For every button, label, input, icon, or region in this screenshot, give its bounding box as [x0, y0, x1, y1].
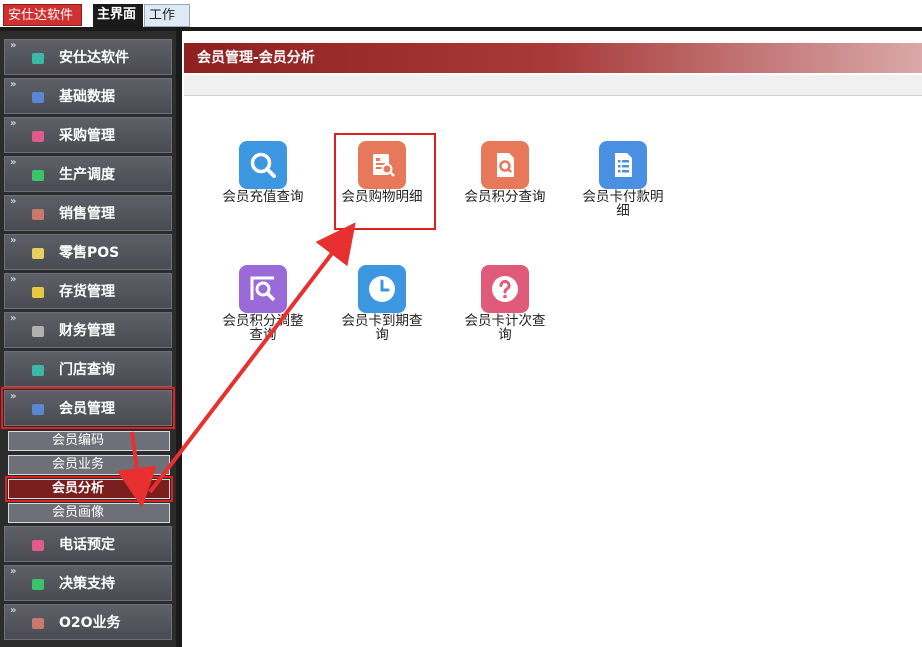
sidebar-item-label: 基础数据 — [59, 89, 115, 105]
tile-label: 会员卡付款明细 — [582, 189, 664, 219]
highlight-box — [334, 133, 436, 230]
sub-item-member-portrait[interactable]: 会员画像 — [8, 503, 170, 523]
sidebar-item-member-management[interactable]: » 会员管理 — [1, 387, 175, 429]
page-title: 会员管理-会员分析 — [184, 43, 922, 73]
double-chevron-icon: » — [10, 157, 17, 168]
brown-square-icon — [32, 209, 44, 220]
sidebar-item-label: 安仕达软件 — [59, 50, 129, 66]
sidebar-item-label: 会员管理 — [59, 401, 115, 417]
tile-member-points-adjust-query[interactable]: 会员积分调整查询 — [213, 265, 313, 342]
sidebar-item-label: 生产调度 — [59, 167, 115, 183]
double-chevron-icon: » — [10, 40, 17, 51]
sidebar-item-pos[interactable]: » 零售POS — [4, 234, 172, 270]
green-square-icon — [32, 170, 44, 181]
double-chevron-icon: » — [10, 605, 17, 616]
blue-square-icon — [32, 92, 44, 103]
tab-home[interactable]: 主界面 — [93, 4, 143, 27]
sidebar-item-anshida[interactable]: » 安仕达软件 — [4, 39, 172, 75]
sidebar-item-purchase[interactable]: » 采购管理 — [4, 117, 172, 153]
sidebar-item-finance[interactable]: » 财务管理 — [4, 312, 172, 348]
teal-square-icon — [32, 53, 44, 64]
main-panel: 会员管理-会员分析 会员充值查询 会员购物明细 会员积分查询 会员卡付款明细 会… — [182, 31, 922, 647]
teal-square-icon — [32, 365, 44, 376]
sidebar-item-store-query[interactable]: 门店查询 — [4, 351, 172, 387]
brown-square-icon — [32, 618, 44, 629]
double-chevron-icon: » — [10, 196, 17, 207]
gray-square-icon — [32, 326, 44, 337]
sub-item-member-business[interactable]: 会员业务 — [8, 455, 170, 475]
sidebar-item-decision-support[interactable]: » 决策支持 — [4, 565, 172, 601]
tile-member-recharge-query[interactable]: 会员充值查询 — [213, 141, 313, 204]
document-search-icon — [481, 141, 529, 189]
blue-square-icon — [32, 404, 44, 415]
sidebar-item-label: 电话预定 — [59, 537, 115, 553]
magnifier-frame-icon — [239, 265, 287, 313]
search-icon — [239, 141, 287, 189]
question-icon — [481, 265, 529, 313]
pink-square-icon — [32, 540, 44, 551]
app-switcher-label: 安仕达软件 — [8, 8, 74, 23]
sidebar-item-label: 决策支持 — [59, 576, 115, 592]
sidebar-item-o2o[interactable]: » O2O业务 — [4, 604, 172, 640]
sidebar-item-label: 销售管理 — [59, 206, 115, 222]
double-chevron-icon: » — [10, 118, 17, 129]
sub-item-member-code[interactable]: 会员编码 — [8, 431, 170, 451]
double-chevron-icon: » — [10, 313, 17, 324]
tile-label: 会员积分查询 — [464, 189, 546, 205]
pink-square-icon — [32, 131, 44, 142]
tile-member-card-expiry-query[interactable]: 会员卡到期查询 — [332, 265, 432, 342]
sidebar-item-label: 零售POS — [59, 245, 120, 261]
sidebar-item-label: 门店查询 — [59, 362, 115, 378]
double-chevron-icon: » — [10, 566, 17, 577]
clock-icon — [358, 265, 406, 313]
tile-member-card-count-query[interactable]: 会员卡计次查询 — [455, 265, 555, 342]
sub-item-member-analysis[interactable]: 会员分析 — [5, 476, 173, 502]
yellow-square-icon — [32, 248, 44, 259]
sidebar-item-label: 存货管理 — [59, 284, 115, 300]
sidebar-item-label: 财务管理 — [59, 323, 115, 339]
tile-label: 会员卡计次查询 — [464, 313, 546, 343]
green-square-icon — [32, 579, 44, 590]
double-chevron-down-icon: » — [10, 391, 17, 402]
tab-workbench[interactable]: 工作台 — [144, 4, 190, 45]
top-bar: 安仕达软件▼ 主界面 工作台 — [0, 0, 922, 45]
tile-label: 会员积分调整查询 — [222, 313, 304, 343]
sidebar-item-sales[interactable]: » 销售管理 — [4, 195, 172, 231]
list-document-icon — [599, 141, 647, 189]
tile-label: 会员充值查询 — [222, 189, 304, 205]
tile-label: 会员卡到期查询 — [341, 313, 423, 343]
sidebar-item-label: 采购管理 — [59, 128, 115, 144]
tile-member-card-payment-detail[interactable]: 会员卡付款明细 — [573, 141, 673, 218]
double-chevron-icon: » — [10, 235, 17, 246]
sidebar-item-inventory[interactable]: » 存货管理 — [4, 273, 172, 309]
sidebar-item-label: O2O业务 — [59, 615, 121, 631]
app-switcher-dropdown[interactable]: 安仕达软件▼ — [3, 4, 82, 42]
double-chevron-icon: » — [10, 274, 17, 285]
tile-member-points-query[interactable]: 会员积分查询 — [455, 141, 555, 204]
sidebar-item-production[interactable]: » 生产调度 — [4, 156, 172, 192]
sidebar-item-phone-booking[interactable]: 电话预定 — [4, 526, 172, 562]
double-chevron-icon: » — [10, 79, 17, 90]
yellow-square-icon — [32, 287, 44, 298]
toolbar-strip — [184, 75, 922, 96]
sidebar-item-basic-data[interactable]: » 基础数据 — [4, 78, 172, 114]
